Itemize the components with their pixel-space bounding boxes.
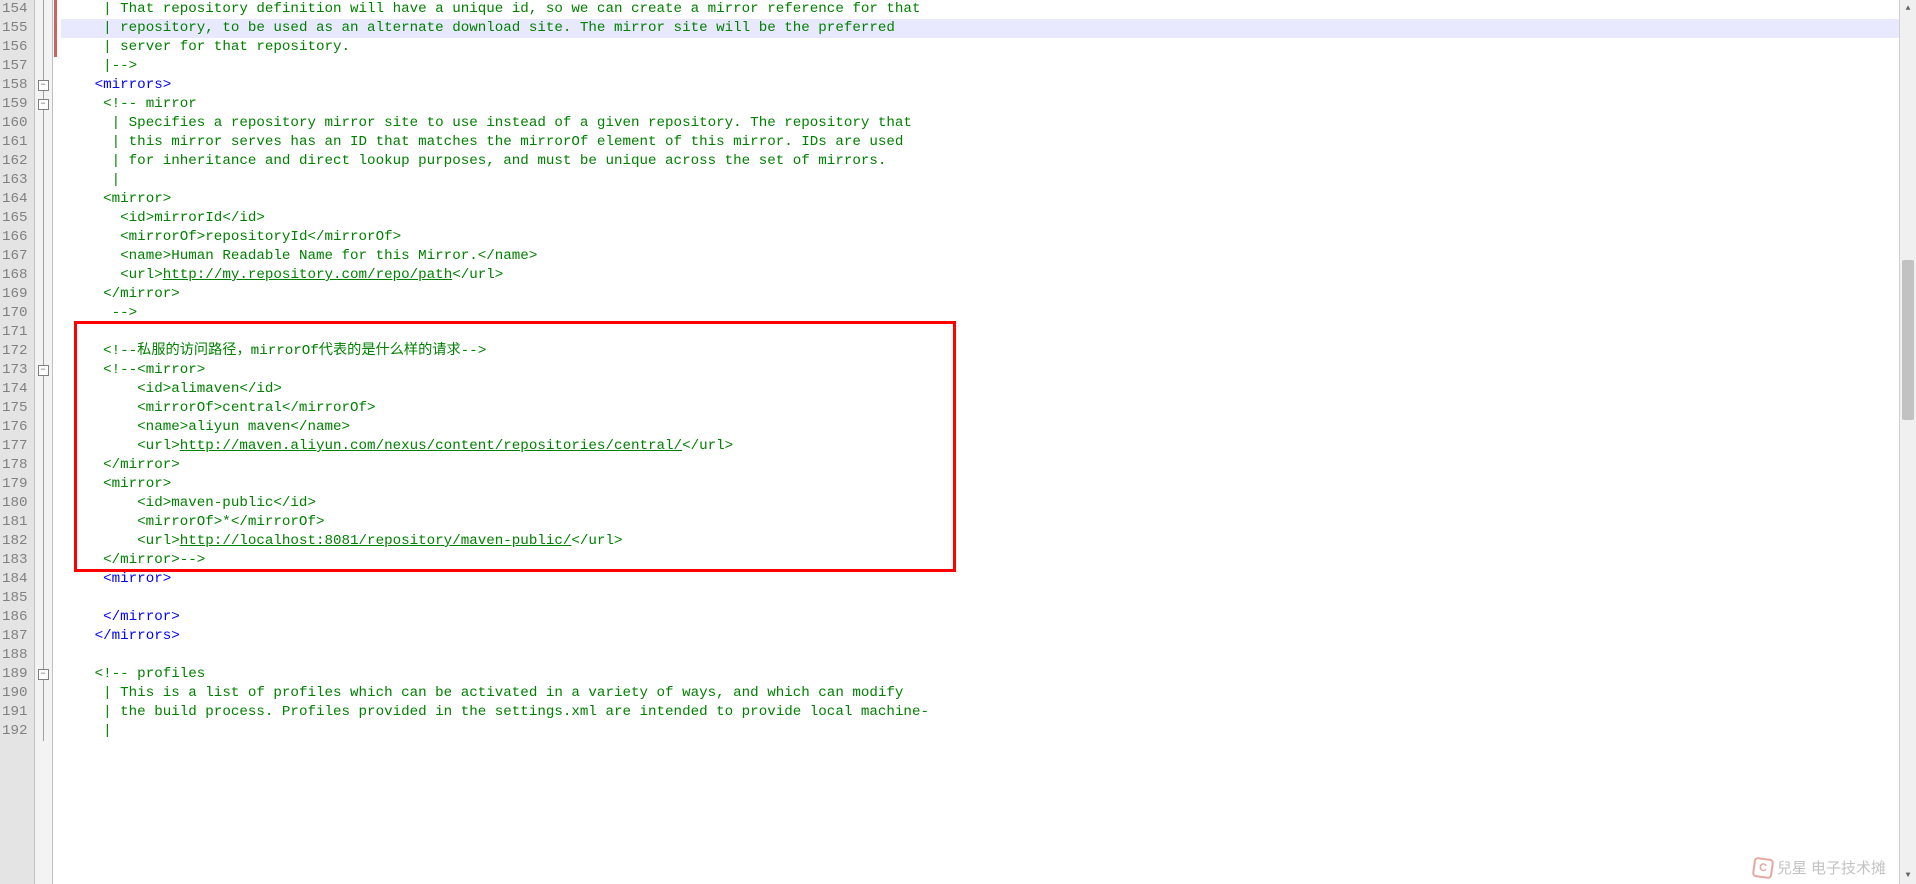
line-number[interactable]: 167 (2, 247, 28, 266)
line-number[interactable]: 164 (2, 190, 28, 209)
code-line[interactable]: <url>http://my.repository.com/repo/path<… (61, 266, 1916, 285)
code-line[interactable] (61, 646, 1916, 665)
code-line[interactable]: <id>maven-public</id> (61, 494, 1916, 513)
line-number[interactable]: 156 (2, 38, 28, 57)
code-line[interactable]: <id>mirrorId</id> (61, 209, 1916, 228)
line-number[interactable]: 155 (2, 19, 28, 38)
line-number[interactable]: 182 (2, 532, 28, 551)
line-number[interactable]: 161 (2, 133, 28, 152)
line-number[interactable]: 174 (2, 380, 28, 399)
code-line[interactable]: <mirrorOf>central</mirrorOf> (61, 399, 1916, 418)
code-line[interactable]: | That repository definition will have a… (61, 0, 1916, 19)
code-line[interactable]: <url>http://localhost:8081/repository/ma… (61, 532, 1916, 551)
line-number[interactable]: 160 (2, 114, 28, 133)
line-number[interactable]: 176 (2, 418, 28, 437)
code-line[interactable]: | (61, 171, 1916, 190)
code-line[interactable]: <mirrorOf>repositoryId</mirrorOf> (61, 228, 1916, 247)
code-line[interactable]: | This is a list of profiles which can b… (61, 684, 1916, 703)
code-line[interactable]: <id>alimaven</id> (61, 380, 1916, 399)
code-line[interactable]: <mirror> (61, 190, 1916, 209)
code-line[interactable]: <mirrors> (61, 76, 1916, 95)
code-area[interactable]: | That repository definition will have a… (61, 0, 1916, 884)
fold-gutter[interactable]: − − − − (35, 0, 53, 884)
code-line[interactable]: <!-- mirror (61, 95, 1916, 114)
code-line[interactable]: <name>Human Readable Name for this Mirro… (61, 247, 1916, 266)
code-line[interactable]: <mirror> (61, 570, 1916, 589)
scroll-thumb[interactable] (1902, 260, 1914, 420)
code-line[interactable]: <!--<mirror> (61, 361, 1916, 380)
code-line[interactable]: <name>aliyun maven</name> (61, 418, 1916, 437)
line-number[interactable]: 186 (2, 608, 28, 627)
code-line[interactable]: | for inheritance and direct lookup purp… (61, 152, 1916, 171)
scroll-up-arrow[interactable]: ▲ (1900, 0, 1916, 17)
code-line[interactable]: | repository, to be used as an alternate… (61, 19, 1916, 38)
code-line[interactable]: </mirror> (61, 285, 1916, 304)
code-line[interactable]: <mirror> (61, 475, 1916, 494)
line-number[interactable]: 172 (2, 342, 28, 361)
code-line[interactable]: <url>http://maven.aliyun.com/nexus/conte… (61, 437, 1916, 456)
code-line[interactable]: </mirror> (61, 456, 1916, 475)
line-number[interactable]: 178 (2, 456, 28, 475)
code-line[interactable] (61, 323, 1916, 342)
code-line[interactable]: | Specifies a repository mirror site to … (61, 114, 1916, 133)
line-number[interactable]: 190 (2, 684, 28, 703)
line-number[interactable]: 185 (2, 589, 28, 608)
line-number[interactable]: 173 (2, 361, 28, 380)
code-line[interactable]: | (61, 722, 1916, 741)
line-number[interactable]: 180 (2, 494, 28, 513)
line-number[interactable]: 158 (2, 76, 28, 95)
line-number[interactable]: 162 (2, 152, 28, 171)
code-line[interactable]: </mirrors> (61, 627, 1916, 646)
line-number[interactable]: 189 (2, 665, 28, 684)
line-number[interactable]: 184 (2, 570, 28, 589)
fold-toggle[interactable]: − (38, 80, 49, 91)
line-number[interactable]: 159 (2, 95, 28, 114)
line-number[interactable]: 163 (2, 171, 28, 190)
vertical-scrollbar[interactable]: ▲ ▼ (1899, 0, 1916, 884)
code-line[interactable]: | server for that repository. (61, 38, 1916, 57)
change-marker-gutter (53, 0, 61, 884)
code-line[interactable]: <!--私服的访问路径，mirrorOf代表的是什么样的请求--> (61, 342, 1916, 361)
code-line[interactable]: </mirror> (61, 608, 1916, 627)
line-number[interactable]: 181 (2, 513, 28, 532)
code-editor[interactable]: 1541551561571581591601611621631641651661… (0, 0, 1916, 884)
line-number[interactable]: 192 (2, 722, 28, 741)
scroll-down-arrow[interactable]: ▼ (1900, 867, 1916, 884)
watermark-logo-icon: C (1752, 856, 1775, 879)
line-number[interactable]: 188 (2, 646, 28, 665)
line-number[interactable]: 154 (2, 0, 28, 19)
code-line[interactable]: <!-- profiles (61, 665, 1916, 684)
code-line[interactable]: | the build process. Profiles provided i… (61, 703, 1916, 722)
code-line[interactable]: | this mirror serves has an ID that matc… (61, 133, 1916, 152)
line-number[interactable]: 165 (2, 209, 28, 228)
code-line[interactable] (61, 589, 1916, 608)
line-number[interactable]: 183 (2, 551, 28, 570)
code-line[interactable]: |--> (61, 57, 1916, 76)
code-line[interactable]: --> (61, 304, 1916, 323)
line-number[interactable]: 191 (2, 703, 28, 722)
line-number[interactable]: 187 (2, 627, 28, 646)
line-number[interactable]: 175 (2, 399, 28, 418)
code-line[interactable]: </mirror>--> (61, 551, 1916, 570)
change-marker (54, 0, 57, 57)
fold-toggle[interactable]: − (38, 365, 49, 376)
line-number[interactable]: 169 (2, 285, 28, 304)
line-number[interactable]: 170 (2, 304, 28, 323)
line-number[interactable]: 179 (2, 475, 28, 494)
watermark: C 兒星 电子技术摊 (1753, 857, 1886, 878)
watermark-text: 兒星 电子技术摊 (1777, 857, 1886, 878)
fold-toggle[interactable]: − (38, 669, 49, 680)
code-line[interactable]: <mirrorOf>*</mirrorOf> (61, 513, 1916, 532)
line-number[interactable]: 177 (2, 437, 28, 456)
fold-toggle[interactable]: − (38, 99, 49, 110)
line-number[interactable]: 168 (2, 266, 28, 285)
line-number[interactable]: 157 (2, 57, 28, 76)
line-number[interactable]: 166 (2, 228, 28, 247)
line-number-gutter[interactable]: 1541551561571581591601611621631641651661… (0, 0, 35, 884)
line-number[interactable]: 171 (2, 323, 28, 342)
